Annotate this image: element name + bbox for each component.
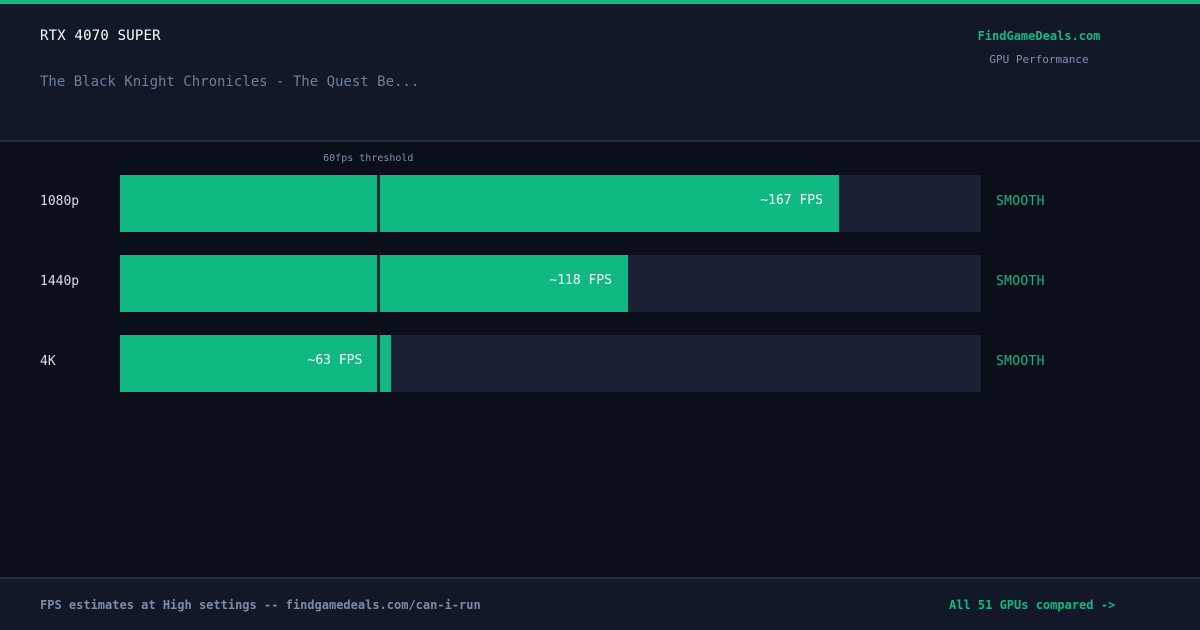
bar-track-1440p: ~118 FPS	[120, 255, 981, 312]
resolution-label-1440p: 1440p	[40, 274, 80, 289]
threshold-marker-1440p	[377, 255, 381, 312]
threshold-label: 60fps threshold	[323, 153, 414, 164]
status-1080p: SMOOTH	[996, 194, 1045, 209]
all-gpus-link[interactable]: All 51 GPUs compared ->	[949, 598, 1115, 612]
status-4k: SMOOTH	[996, 354, 1045, 369]
brand-name[interactable]: FindGameDeals.com	[940, 29, 1138, 43]
fps-bar-1080p	[120, 175, 839, 232]
fps-value-label-1440p: ~118 FPS	[549, 273, 612, 288]
resolution-label-1080p: 1080p	[40, 194, 80, 209]
footer: FPS estimates at High settings -- findga…	[0, 577, 1200, 630]
game-title: The Black Knight Chronicles - The Quest …	[40, 74, 420, 90]
bar-track-4k: ~63 FPS	[120, 335, 981, 392]
fps-value-label-4k: ~63 FPS	[307, 353, 363, 368]
threshold-marker-4k	[377, 335, 381, 392]
brand-subtitle: GPU Performance	[989, 53, 1089, 66]
threshold-marker-1080p	[377, 175, 381, 232]
fps-value-label-1080p: ~167 FPS	[760, 193, 823, 208]
bar-track-1080p: ~167 FPS	[120, 175, 981, 232]
resolution-label-4k: 4K	[40, 354, 56, 369]
footer-note: FPS estimates at High settings -- findga…	[40, 598, 481, 612]
gpu-performance-card: RTX 4070 SUPER The Black Knight Chronicl…	[0, 0, 1200, 630]
status-1440p: SMOOTH	[996, 274, 1045, 289]
gpu-name: RTX 4070 SUPER	[40, 28, 161, 44]
header: RTX 4070 SUPER The Black Knight Chronicl…	[0, 4, 1200, 142]
